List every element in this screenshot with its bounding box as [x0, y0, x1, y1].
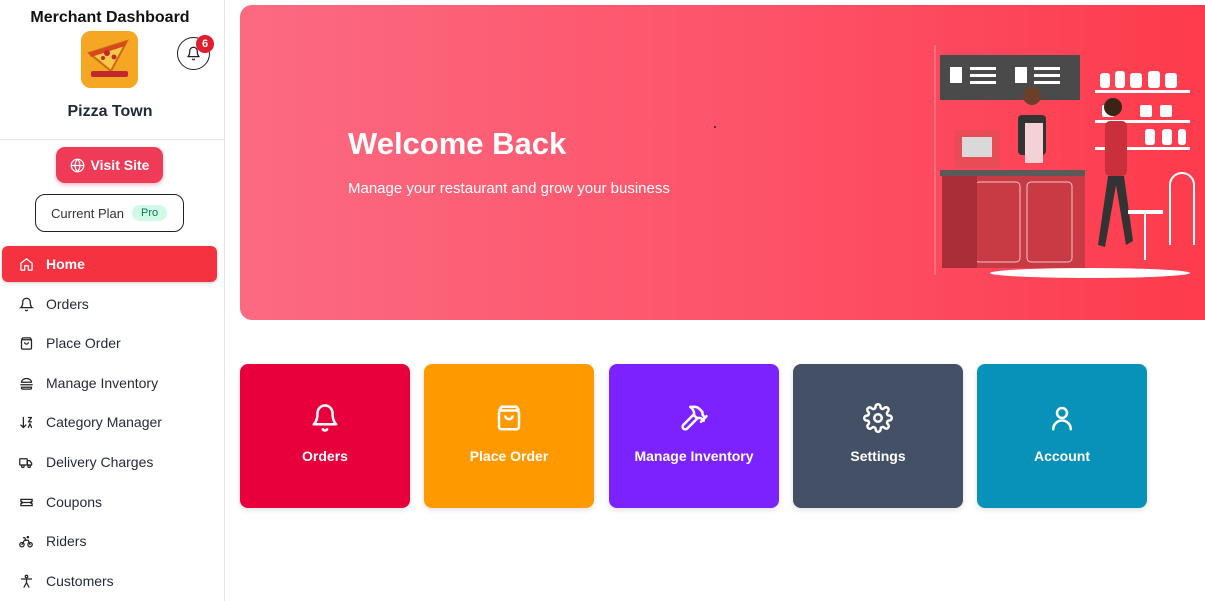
home-icon — [18, 256, 34, 272]
store-name: Pizza Town — [67, 103, 153, 120]
cafe-illustration — [934, 45, 1195, 278]
welcome-banner: Welcome Back Manage your restaurant and … — [240, 5, 1205, 320]
user-icon — [1046, 402, 1078, 434]
sidebar-item-place-order[interactable]: Place Order — [2, 325, 217, 361]
sidebar-divider — [0, 139, 224, 140]
sidebar-item-delivery-charges[interactable]: Delivery Charges — [2, 444, 217, 480]
sidebar-item-label: Orders — [46, 296, 89, 312]
manage-inventory-card[interactable]: Manage Inventory — [609, 364, 779, 508]
globe-icon — [70, 158, 84, 173]
decorative-dot — [714, 126, 716, 128]
sidebar-item-customers[interactable]: Customers — [2, 563, 217, 599]
sidebar-title: Merchant Dashboard — [30, 9, 190, 26]
bike-icon — [18, 533, 34, 549]
card-label: Manage Inventory — [634, 448, 754, 464]
current-plan-label: Current Plan — [51, 205, 124, 221]
sort-icon — [18, 414, 34, 430]
sidebar-item-label: Category Manager — [46, 414, 162, 430]
card-label: Account — [1034, 448, 1090, 464]
person-icon — [18, 573, 34, 589]
merchant-dashboard: Merchant Dashboard 6 Pizza Town Visit Si… — [0, 0, 1205, 601]
place-order-card[interactable]: Place Order — [424, 364, 594, 508]
store-logo — [81, 31, 138, 88]
sidebar: Merchant Dashboard 6 Pizza Town Visit Si… — [0, 0, 225, 601]
bell-icon — [18, 296, 34, 312]
welcome-subtitle: Manage your restaurant and grow your bus… — [348, 180, 670, 197]
hammer-icon — [678, 402, 710, 434]
sidebar-item-label: Customers — [46, 573, 114, 589]
account-card[interactable]: Account — [977, 364, 1147, 508]
sidebar-item-label: Delivery Charges — [46, 454, 154, 470]
truck-icon — [18, 454, 34, 470]
visit-site-label: Visit Site — [90, 157, 150, 173]
sidebar-item-category-manager[interactable]: Category Manager — [2, 404, 217, 440]
current-plan-box: Current Plan Pro — [35, 194, 184, 232]
sidebar-item-riders[interactable]: Riders — [2, 523, 217, 559]
sidebar-item-coupons[interactable]: Coupons — [2, 484, 217, 520]
sidebar-item-label: Manage Inventory — [46, 375, 159, 391]
visit-site-button[interactable]: Visit Site — [56, 147, 163, 183]
gear-icon — [862, 402, 894, 434]
sidebar-item-orders[interactable]: Orders — [2, 286, 217, 322]
welcome-title: Welcome Back — [348, 126, 567, 161]
settings-card[interactable]: Settings — [793, 364, 963, 508]
sidebar-item-label: Coupons — [46, 494, 103, 510]
sidebar-item-label: Home — [46, 256, 85, 272]
card-label: Orders — [302, 448, 348, 464]
sidebar-item-label: Place Order — [46, 335, 121, 351]
notification-count-badge: 6 — [196, 35, 214, 53]
plan-badge: Pro — [131, 205, 168, 221]
sidebar-item-label: Riders — [46, 533, 87, 549]
shopping-bag-icon — [493, 402, 525, 434]
bell-icon — [309, 402, 341, 434]
sidebar-item-home[interactable]: Home — [2, 246, 217, 282]
orders-card[interactable]: Orders — [240, 364, 410, 508]
ticket-icon — [18, 494, 34, 510]
shopping-bag-icon — [18, 335, 34, 351]
card-label: Place Order — [469, 448, 549, 464]
sidebar-item-manage-inventory[interactable]: Manage Inventory — [2, 365, 217, 401]
burger-icon — [18, 375, 34, 391]
card-label: Settings — [850, 448, 906, 464]
